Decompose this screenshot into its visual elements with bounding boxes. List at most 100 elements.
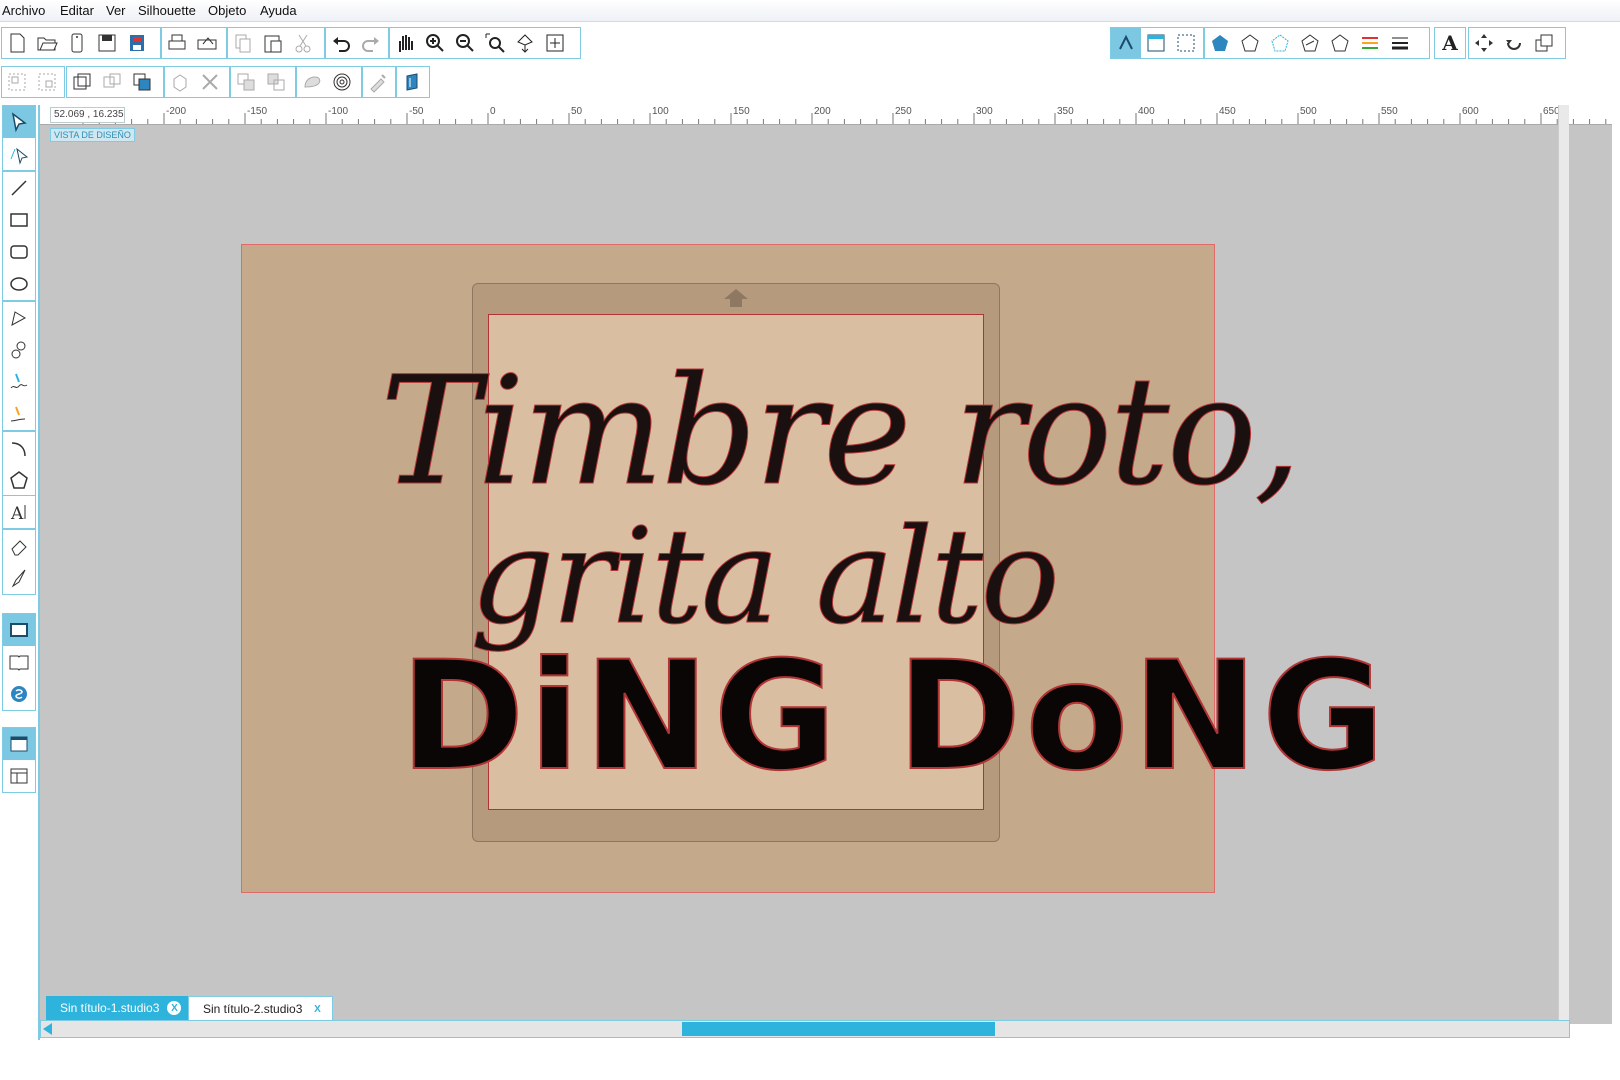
ruler-tick-label: 600 [1462,106,1479,117]
smooth-freehand-icon[interactable] [3,398,35,430]
layers-icon[interactable] [397,67,427,97]
document-tabs: Sin título-1.studio3 X Sin título-2.stud… [40,994,1612,1022]
fill-color-icon[interactable] [1205,28,1235,58]
transform-icon[interactable] [1469,28,1499,58]
trace-toolbar [362,66,396,98]
compound-path-icon[interactable] [67,67,97,97]
delete-x-icon[interactable] [195,67,225,97]
split-window-icon[interactable] [3,760,35,792]
registration-marks-icon[interactable] [1141,28,1171,58]
left-toolbar: A [0,105,39,1080]
offset-shape-icon[interactable] [297,67,327,97]
modify-icon[interactable] [1529,28,1559,58]
freehand-icon[interactable] [3,366,35,398]
tab-document-2[interactable]: Sin título-2.studio3 X [188,996,334,1021]
silhouette-store-icon[interactable] [3,678,35,710]
cut-icon[interactable] [288,28,318,58]
release-compound-icon[interactable] [97,67,127,97]
send-to-cutter-icon[interactable] [192,28,222,58]
cursor-coordinates: 52.069 , 16.235 [50,107,125,123]
menu-editar[interactable]: Editar [60,3,94,18]
undo-icon[interactable] [326,28,356,58]
ruler-tick-label: -200 [166,106,186,117]
subtract-icon[interactable] [231,67,261,97]
pan-hand-icon[interactable] [390,28,420,58]
menu-archivo[interactable]: Archivo [2,3,45,18]
offset-rings-icon[interactable] [327,67,357,97]
rectangle-tool-icon[interactable] [3,204,35,236]
fill-gradient-icon[interactable] [1265,28,1295,58]
zoom-selection-icon[interactable] [480,28,510,58]
design-view-icon[interactable] [3,614,35,646]
single-window-icon[interactable] [3,728,35,760]
edit-points-icon[interactable] [3,138,35,170]
eraser-icon[interactable] [3,530,35,562]
line-tool-icon[interactable] [3,172,35,204]
zoom-drag-icon[interactable] [510,28,540,58]
panels-toolbar-a [1110,27,1204,59]
feed-direction-arrow-icon [724,289,748,307]
library-book-icon[interactable] [3,646,35,678]
menu-objeto[interactable]: Objeto [208,3,246,18]
polygon-pen-icon[interactable] [3,302,35,334]
text-tool-icon[interactable]: A [3,496,35,528]
panels-toolbar-b [1204,27,1430,59]
arc-tool-icon[interactable] [3,432,35,464]
zoom-in-icon[interactable] [420,28,450,58]
replicate-icon[interactable] [1499,28,1529,58]
ellipse-tool-icon[interactable] [3,268,35,300]
scrollbar-thumb[interactable] [682,1022,995,1036]
library-toolbar [396,66,430,98]
svg-text:A: A [10,504,24,523]
erase-tools [2,529,36,595]
menu-silhouette[interactable]: Silhouette [138,3,196,18]
open-folder-icon[interactable] [32,28,62,58]
fit-to-page-icon[interactable] [540,28,570,58]
trace-icon[interactable] [363,67,393,97]
tab-document-1[interactable]: Sin título-1.studio3 X [46,996,190,1020]
menu-ver[interactable]: Ver [106,3,126,18]
ruler-tick-label: 150 [733,106,750,117]
vertical-ruler [38,105,40,1040]
close-tab-icon[interactable]: X [167,1001,182,1015]
line-color-icon[interactable] [1355,28,1385,58]
menu-ayuda[interactable]: Ayuda [260,3,297,18]
ruler-tick-label: 450 [1219,106,1236,117]
shadow-icon[interactable] [1325,28,1355,58]
merge-icon[interactable] [165,67,195,97]
ruler-tick-label: -100 [328,106,348,117]
page-setup-icon[interactable] [1111,28,1141,58]
line-weight-icon[interactable] [1385,28,1415,58]
bring-to-front-icon[interactable] [127,67,157,97]
close-tab-icon[interactable]: X [310,1002,324,1016]
text-tools: A [2,495,36,529]
intersect-icon[interactable] [261,67,291,97]
fill-pattern-icon[interactable] [1295,28,1325,58]
print-icon[interactable] [162,28,192,58]
copy-icon[interactable] [228,28,258,58]
offset-toolbar [296,66,362,98]
text-style-icon[interactable]: A [1435,28,1465,58]
redo-icon[interactable] [356,28,386,58]
group-icon[interactable] [2,67,32,97]
line-style-icon[interactable] [1235,28,1265,58]
save-library-icon[interactable] [122,28,152,58]
new-document-icon[interactable] [2,28,32,58]
ungroup-icon[interactable] [32,67,62,97]
open-library-icon[interactable] [62,28,92,58]
design-text-line-1[interactable]: Timbre roto, [380,345,1303,520]
zoom-out-icon[interactable] [450,28,480,58]
scroll-left-arrow-icon[interactable] [43,1023,52,1035]
select-arrow-icon[interactable] [3,106,35,138]
rounded-rectangle-icon[interactable] [3,236,35,268]
grid-icon[interactable] [1171,28,1201,58]
horizontal-scrollbar[interactable] [40,1020,1570,1038]
curve-tool-icon[interactable] [3,334,35,366]
design-text-line-3[interactable]: DiNG DoNG [399,629,1389,805]
design-view-label: VISTA DE DISEÑO [50,128,135,142]
knife-icon[interactable] [3,562,35,594]
paste-icon[interactable] [258,28,288,58]
save-icon[interactable] [92,28,122,58]
vertical-scrollbar[interactable] [1558,105,1569,1020]
regular-polygon-icon[interactable] [3,464,35,496]
